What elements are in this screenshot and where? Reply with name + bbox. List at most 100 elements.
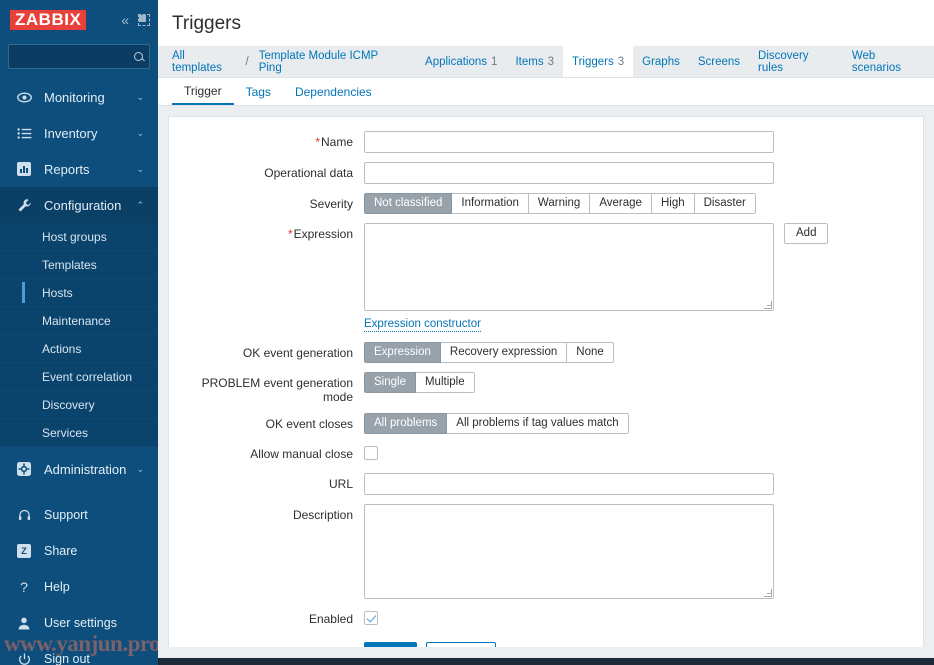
- sidebar-item-share[interactable]: Z Share: [0, 533, 158, 569]
- sidebar-item-label: Help: [44, 580, 70, 594]
- field-row-ok-event-generation: OK event generation Expression Recovery …: [169, 342, 923, 363]
- tab-screens[interactable]: Screens: [689, 46, 749, 77]
- tab-web-scenarios[interactable]: Web scenarios: [843, 46, 934, 77]
- problem-event-mode-option-multiple[interactable]: Multiple: [415, 372, 475, 393]
- sidebar: ZABBIX « Monitoring ⌄ Inventory ⌄ Report…: [0, 0, 158, 665]
- tab-dependencies[interactable]: Dependencies: [283, 78, 384, 105]
- url-label: URL: [328, 477, 353, 491]
- sidebar-nav: Monitoring ⌄ Inventory ⌄ Reports ⌄ Confi…: [0, 79, 158, 487]
- wrench-icon: [14, 198, 34, 213]
- subtab-label: Tags: [245, 84, 271, 99]
- enabled-checkbox[interactable]: [364, 611, 378, 625]
- hide-sidebar-icon[interactable]: [138, 14, 150, 26]
- allow-manual-close-checkbox[interactable]: [364, 446, 378, 460]
- name-input[interactable]: [364, 131, 774, 153]
- field-row-ok-event-closes: OK event closes All problems All problem…: [169, 413, 923, 434]
- sidebar-item-label: Sign out: [44, 652, 90, 665]
- ok-event-generation-option-expression[interactable]: Expression: [364, 342, 441, 363]
- problem-event-generation-mode-label: PROBLEM event generation mode: [201, 376, 353, 404]
- ok-event-closes-radio-group: All problems All problems if tag values …: [364, 413, 629, 434]
- ok-event-closes-option-tag-values-match[interactable]: All problems if tag values match: [447, 413, 629, 434]
- search-box[interactable]: [8, 44, 150, 69]
- sidebar-item-label: Support: [44, 508, 88, 522]
- chevron-up-icon: ⌃: [136, 199, 144, 210]
- tab-count: 3: [617, 55, 625, 68]
- sidebar-item-reports[interactable]: Reports ⌄: [0, 151, 158, 187]
- collapse-sidebar-icon[interactable]: «: [121, 13, 129, 27]
- severity-option-high[interactable]: High: [651, 193, 695, 214]
- severity-option-average[interactable]: Average: [590, 193, 652, 214]
- search-icon: [134, 52, 143, 61]
- sidebar-item-support[interactable]: Support: [0, 497, 158, 533]
- sidebar-subitem-host-groups[interactable]: Host groups: [0, 223, 158, 251]
- subtab-label: Trigger: [184, 83, 222, 98]
- sidebar-subitem-event-correlation[interactable]: Event correlation: [0, 363, 158, 391]
- trigger-form: *Name Operational data Severity Not clas…: [168, 116, 924, 647]
- severity-option-warning[interactable]: Warning: [528, 193, 591, 214]
- main-content: Triggers All templates / Template Module…: [158, 0, 934, 665]
- sidebar-item-monitoring[interactable]: Monitoring ⌄: [0, 79, 158, 115]
- sidebar-item-label: User settings: [44, 616, 117, 630]
- configuration-submenu: Host groups Templates Hosts Maintenance …: [0, 223, 158, 447]
- sidebar-subitem-label: Services: [42, 425, 89, 440]
- sidebar-subitem-discovery[interactable]: Discovery: [0, 391, 158, 419]
- sidebar-item-inventory[interactable]: Inventory ⌄: [0, 115, 158, 151]
- tab-discovery-rules[interactable]: Discovery rules: [749, 46, 843, 77]
- description-textarea[interactable]: [364, 504, 774, 599]
- expression-textarea[interactable]: [364, 223, 774, 311]
- breadcrumb-template-name[interactable]: Template Module ICMP Ping: [250, 46, 408, 77]
- chevron-down-icon: ⌄: [136, 463, 144, 474]
- sidebar-subitem-maintenance[interactable]: Maintenance: [0, 307, 158, 335]
- tab-items[interactable]: Items 3: [506, 46, 563, 77]
- search-input[interactable]: [15, 49, 134, 64]
- tab-trigger[interactable]: Trigger: [172, 78, 234, 105]
- ok-event-generation-radio-group: Expression Recovery expression None: [364, 342, 614, 363]
- list-icon: [14, 127, 34, 139]
- tab-tags[interactable]: Tags: [234, 78, 283, 105]
- sidebar-item-label: Configuration: [44, 197, 122, 213]
- sidebar-item-sign-out[interactable]: Sign out: [0, 641, 158, 665]
- tab-triggers[interactable]: Triggers 3: [562, 46, 634, 77]
- sidebar-item-configuration[interactable]: Configuration ⌃: [0, 187, 158, 223]
- sidebar-subitem-label: Maintenance: [42, 313, 111, 328]
- ok-event-closes-option-all-problems[interactable]: All problems: [364, 413, 448, 434]
- breadcrumb-all-templates[interactable]: All templates: [172, 46, 245, 77]
- tab-label: Web scenarios: [851, 49, 902, 74]
- sidebar-item-help[interactable]: ? Help: [0, 569, 158, 605]
- sidebar-subitem-actions[interactable]: Actions: [0, 335, 158, 363]
- chevron-down-icon: ⌄: [136, 91, 144, 102]
- bar-chart-icon: [14, 162, 34, 176]
- ok-event-generation-option-none[interactable]: None: [567, 342, 614, 363]
- description-textarea-wrap: [364, 504, 774, 599]
- expression-add-button[interactable]: Add: [784, 223, 829, 244]
- sidebar-subitem-label: Actions: [42, 341, 82, 356]
- field-row-problem-event-generation-mode: PROBLEM event generation mode Single Mul…: [169, 372, 923, 404]
- question-icon: ?: [14, 579, 34, 595]
- url-input[interactable]: [364, 473, 774, 495]
- sidebar-subitem-label: Templates: [42, 257, 97, 272]
- sidebar-subitem-hosts[interactable]: Hosts: [0, 279, 158, 307]
- expression-constructor-row: Expression constructor: [364, 316, 923, 332]
- severity-option-not-classified[interactable]: Not classified: [364, 193, 453, 214]
- sidebar-header-icons: «: [121, 13, 150, 27]
- tab-graphs[interactable]: Graphs: [633, 46, 689, 77]
- question-glyph: ?: [20, 579, 28, 595]
- sidebar-item-administration[interactable]: Administration ⌄: [0, 451, 158, 487]
- sidebar-subitem-label: Discovery: [42, 397, 95, 412]
- allow-manual-close-label: Allow manual close: [250, 447, 353, 461]
- tab-applications[interactable]: Applications 1: [416, 46, 506, 77]
- field-row-name: *Name: [169, 131, 923, 153]
- severity-option-information[interactable]: Information: [452, 193, 529, 214]
- window-bottom-strip: [158, 658, 934, 665]
- problem-event-mode-option-single[interactable]: Single: [364, 372, 416, 393]
- expression-constructor-link[interactable]: Expression constructor: [364, 317, 481, 332]
- page-title: Triggers: [172, 13, 241, 34]
- ok-event-generation-option-recovery-expression[interactable]: Recovery expression: [440, 342, 568, 363]
- sidebar-subitem-services[interactable]: Services: [0, 419, 158, 447]
- operational-data-input[interactable]: [364, 162, 774, 184]
- sidebar-subitem-templates[interactable]: Templates: [0, 251, 158, 279]
- sub-tabs: Trigger Tags Dependencies: [158, 78, 934, 106]
- sidebar-item-user-settings[interactable]: User settings: [0, 605, 158, 641]
- severity-option-disaster[interactable]: Disaster: [694, 193, 756, 214]
- field-row-enabled: Enabled: [169, 608, 923, 626]
